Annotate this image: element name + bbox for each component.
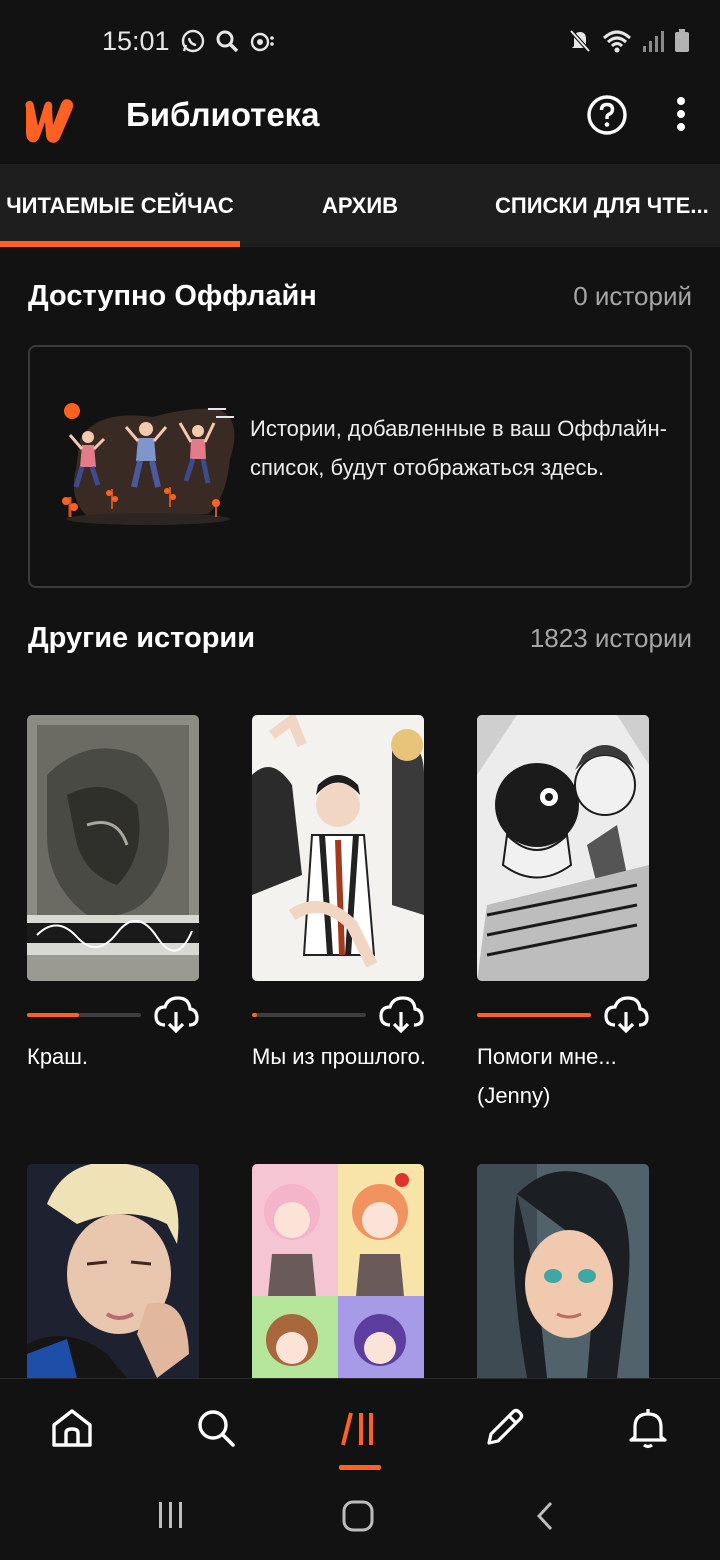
system-navigation-bar xyxy=(0,1470,720,1560)
status-bar: 15:01 xyxy=(0,0,720,80)
app-bar: Библиотека xyxy=(0,80,720,164)
story-title[interactable]: Краш. xyxy=(27,1037,227,1076)
home-button-icon[interactable] xyxy=(342,1500,374,1532)
signal-icon xyxy=(643,31,664,52)
wattpad-logo[interactable] xyxy=(20,92,78,148)
tab-label: ЧИТАЕМЫЕ СЕЙЧАС xyxy=(6,192,234,218)
tab-archive[interactable]: АРХИВ xyxy=(240,164,480,247)
home-icon[interactable] xyxy=(49,1405,95,1451)
download-icon[interactable] xyxy=(153,995,199,1035)
offline-empty-text: Истории, добавленные в ваш Оффлайн-списо… xyxy=(250,416,667,480)
help-icon[interactable] xyxy=(586,94,628,136)
reading-progress-fill xyxy=(252,1013,257,1017)
reading-progress-bar xyxy=(252,1013,366,1017)
search-icon[interactable] xyxy=(193,1405,239,1451)
story-cover-image[interactable] xyxy=(27,1164,199,1378)
app-notification-icon xyxy=(250,32,274,52)
whatsapp-icon xyxy=(181,29,205,53)
reading-progress-bar xyxy=(27,1013,141,1017)
download-icon[interactable] xyxy=(603,995,649,1035)
status-notification-icons xyxy=(180,28,278,54)
offline-empty-card: Истории, добавленные в ваш Оффлайн-списо… xyxy=(28,345,692,588)
library-tabs: ЧИТАЕМЫЕ СЕЙЧАС АРХИВ СПИСКИ ДЛЯ ЧТЕ... xyxy=(0,164,720,247)
status-time: 15:01 xyxy=(102,26,170,56)
tab-reading-now[interactable]: ЧИТАЕМЫЕ СЕЙЧАС xyxy=(0,164,240,247)
story-title[interactable]: Мы из прошлого. xyxy=(252,1037,452,1076)
other-section-count: 1823 истории xyxy=(529,623,692,653)
dancing-people-illustration xyxy=(62,403,235,525)
story-cover-image[interactable] xyxy=(477,1164,649,1378)
bell-icon[interactable] xyxy=(625,1405,671,1451)
mute-icon xyxy=(569,29,591,53)
story-cover-image[interactable] xyxy=(252,1164,424,1378)
back-icon[interactable] xyxy=(534,1500,556,1532)
offline-section-title: Доступно Оффлайн xyxy=(28,280,317,312)
more-options-icon[interactable] xyxy=(664,92,698,140)
pencil-icon[interactable] xyxy=(481,1405,527,1451)
story-cover-image[interactable] xyxy=(477,715,649,981)
library-icon[interactable] xyxy=(337,1405,383,1451)
other-section-title: Другие истории xyxy=(28,622,256,654)
reading-progress-bar xyxy=(477,1013,591,1017)
page-title: Библиотека xyxy=(126,96,320,133)
story-cover-image[interactable] xyxy=(252,715,424,981)
recent-apps-icon[interactable] xyxy=(156,1500,186,1530)
bottom-navigation xyxy=(0,1378,720,1470)
story-title[interactable]: Помоги мне... (Jenny) xyxy=(477,1037,677,1115)
tab-label: СПИСКИ ДЛЯ ЧТЕ... xyxy=(495,192,709,218)
wifi-icon xyxy=(602,30,632,53)
search-status-icon xyxy=(216,30,239,53)
reading-progress-fill xyxy=(477,1013,591,1017)
tab-label: АРХИВ xyxy=(321,192,399,218)
reading-progress-fill xyxy=(27,1013,80,1017)
offline-section-count: 0 историй xyxy=(573,281,692,311)
status-system-icons xyxy=(568,28,690,54)
active-tab-indicator xyxy=(0,241,240,247)
tab-reading-lists[interactable]: СПИСКИ ДЛЯ ЧТЕ... xyxy=(480,164,720,247)
download-icon[interactable] xyxy=(378,995,424,1035)
story-cover-image[interactable] xyxy=(27,715,199,981)
battery-icon xyxy=(675,29,689,52)
